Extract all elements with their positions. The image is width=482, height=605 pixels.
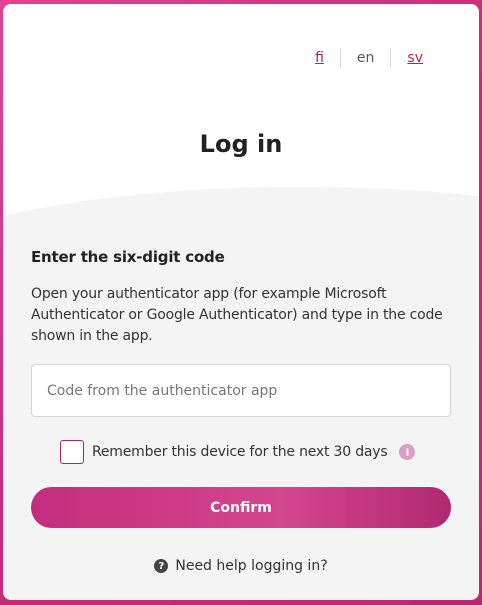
section-title: Enter the six-digit code: [31, 248, 225, 266]
lang-en-current: en: [356, 50, 375, 66]
remember-device-row: Remember this device for the next 30 day…: [31, 440, 451, 464]
info-icon[interactable]: i: [399, 444, 416, 460]
language-switcher: fi en sv: [299, 48, 439, 68]
code-form: Enter the six-digit code Open your authe…: [31, 248, 451, 574]
instructions-text: Open your authenticator app (for example…: [31, 286, 443, 344]
question-icon: ?: [154, 559, 169, 573]
help-link[interactable]: ? Need help logging in?: [31, 558, 451, 574]
page-title: Log in: [199, 130, 283, 158]
lang-sv-link[interactable]: sv: [391, 50, 439, 66]
remember-device-label[interactable]: Remember this device for the next 30 day…: [92, 444, 388, 460]
header-wave: [3, 186, 479, 234]
lang-fi-link[interactable]: fi: [299, 50, 340, 66]
remember-device-checkbox[interactable]: [60, 440, 84, 464]
code-input[interactable]: [31, 364, 451, 417]
login-card: fi en sv Log in Enter the six-digit code…: [3, 4, 479, 600]
help-label: Need help logging in?: [175, 558, 328, 574]
confirm-button[interactable]: Confirm: [31, 487, 451, 528]
